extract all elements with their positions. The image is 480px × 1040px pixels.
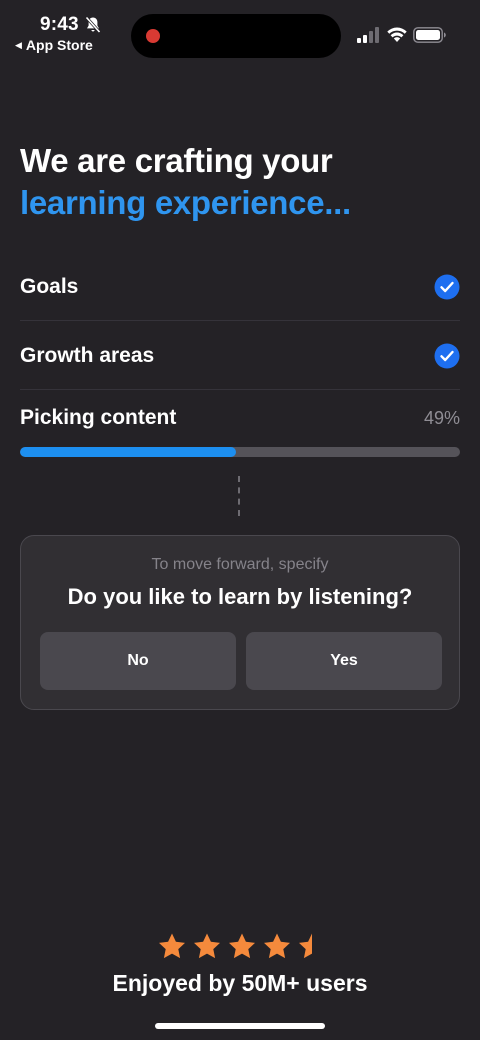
page-title: We are crafting your learning experience…: [20, 140, 460, 224]
dashed-connector: [238, 476, 240, 516]
progress-bar: [20, 447, 460, 457]
battery-icon: [413, 27, 446, 43]
step-label: Picking content: [20, 406, 177, 429]
bell-slash-icon: [85, 16, 101, 34]
answer-yes-button[interactable]: Yes: [246, 632, 442, 690]
home-indicator[interactable]: [155, 1023, 325, 1029]
star-icon: [299, 933, 312, 959]
progress-percent: 49%: [423, 407, 460, 428]
step-growth-areas: Growth areas: [20, 323, 460, 390]
star-icon: [194, 933, 220, 959]
wifi-icon: [387, 27, 407, 42]
title-line-2: learning experience...: [20, 184, 351, 221]
step-label: Growth areas: [20, 344, 155, 367]
back-to-app-store[interactable]: ◀ App Store: [15, 37, 93, 53]
progress-fill: [20, 447, 236, 457]
answer-no-button[interactable]: No: [40, 632, 236, 690]
star-icon: [264, 933, 290, 959]
star-icon: [229, 933, 255, 959]
check-circle-icon: [434, 343, 460, 369]
back-arrow-icon: ◀: [15, 39, 22, 50]
step-label: Goals: [20, 275, 79, 298]
cellular-signal-icon: [357, 27, 379, 43]
recording-indicator: [146, 29, 160, 43]
title-line-1: We are crafting your: [20, 142, 333, 179]
check-circle-icon: [434, 274, 460, 300]
status-time: 9:43: [40, 14, 101, 36]
dynamic-island: [131, 14, 341, 58]
card-hint: To move forward, specify: [151, 556, 329, 573]
users-count-text: Enjoyed by 50M+ users: [112, 970, 368, 996]
step-goals: Goals: [20, 254, 460, 321]
status-time-text: 9:43: [40, 14, 79, 35]
question-card: To move forward, specify Do you like to …: [20, 535, 460, 710]
card-question: Do you like to learn by listening?: [67, 584, 413, 609]
back-app-label: App Store: [25, 37, 93, 53]
star-icon: [159, 933, 185, 959]
star-rating: [157, 932, 327, 962]
loading-screen: 9:43 ◀ App Store We are crafting your le…: [0, 0, 480, 1040]
step-picking-content: Picking content 49%: [20, 406, 460, 430]
